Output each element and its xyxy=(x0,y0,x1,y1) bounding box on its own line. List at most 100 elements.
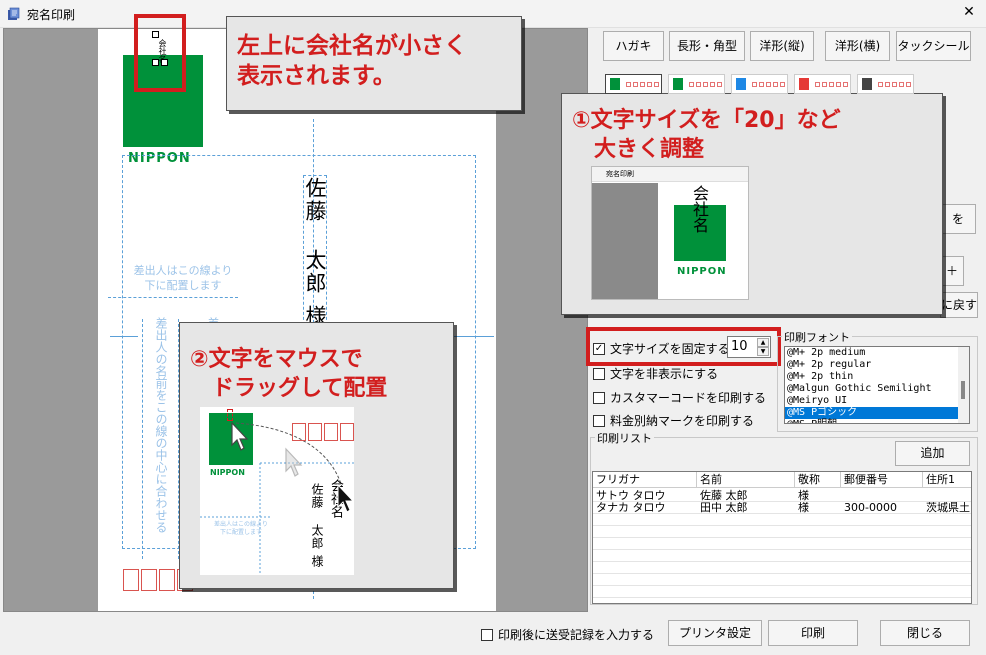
inset-screenshot-1: 宛名印刷 会社名 NIPPON xyxy=(591,166,749,300)
swatch-color xyxy=(736,78,746,90)
inset2-zip-box xyxy=(308,423,322,441)
cursor-icon xyxy=(231,421,249,451)
font-list-item[interactable]: @MS Pゴシック xyxy=(785,407,969,419)
swatch-color xyxy=(799,78,809,90)
sender-zip-box xyxy=(141,569,157,591)
swatch-zip-mark xyxy=(640,82,645,87)
template-swatch[interactable] xyxy=(731,74,788,94)
envelope-tack-button[interactable]: タックシール xyxy=(896,31,971,61)
template-swatch[interactable] xyxy=(794,74,851,94)
postage-mark-checkbox[interactable]: 料金別納マークを印刷する xyxy=(593,412,754,429)
spinner-up-icon[interactable]: ▲ xyxy=(757,338,769,347)
font-list-item[interactable]: @M+ 2p thin xyxy=(785,371,969,383)
template-swatch[interactable] xyxy=(605,74,662,94)
guide-tick xyxy=(454,336,494,337)
font-size-input[interactable]: 10 ▲ ▼ xyxy=(727,336,771,358)
printer-settings-button[interactable]: プリンタ設定 xyxy=(668,620,762,646)
column-header[interactable]: 名前 xyxy=(697,472,795,488)
swatch-zip-mark xyxy=(633,82,638,87)
swatch-zip-mark xyxy=(689,82,694,87)
spinner-down-icon[interactable]: ▼ xyxy=(757,347,769,356)
close-button[interactable]: 閉じる xyxy=(880,620,970,646)
font-list-item[interactable]: @M+ 2p medium xyxy=(785,347,969,359)
swatch-zip-mark xyxy=(878,82,883,87)
callout-step2: ②文字をマウスで ドラッグして配置 NIPPON 会社名 佐藤 太郎 様 差出人… xyxy=(179,322,454,589)
swatch-zip-mark xyxy=(892,82,897,87)
swatch-zip-mark xyxy=(815,82,820,87)
swatch-zip-mark xyxy=(696,82,701,87)
callout-step1: ①文字サイズを「20」など 大きく調整 宛名印刷 会社名 NIPPON xyxy=(561,93,943,315)
recipient-name[interactable]: 佐藤 太郎 xyxy=(303,177,327,295)
right-partial-button-a[interactable]: を xyxy=(940,204,976,234)
add-button[interactable]: 追加 xyxy=(895,441,970,466)
window-title: 宛名印刷 xyxy=(27,8,76,22)
scrollbar-thumb[interactable] xyxy=(961,381,965,399)
font-list-item[interactable]: @M+ 2p regular xyxy=(785,359,969,371)
checkbox-icon[interactable]: ✓ xyxy=(593,342,605,355)
font-list[interactable]: @M+ 2p medium @M+ 2p regular @M+ 2p thin @M… xyxy=(784,346,970,424)
guide-tick xyxy=(110,336,138,337)
print-list-label: 印刷リスト xyxy=(595,430,654,446)
table-row-line xyxy=(593,525,971,526)
customer-barcode-checkbox[interactable]: カスタマーコードを印刷する xyxy=(593,389,766,406)
record-after-print-checkbox[interactable]: 印刷後に送受記録を入力する xyxy=(481,626,654,643)
inset2-recipient-name: 佐藤 太郎 xyxy=(310,483,324,550)
print-list-table[interactable]: フリガナ 名前 敬称 郵便番号 住所1 サトウ タロウ 佐藤 太郎様タナカ タロウ 田中 太郎… xyxy=(592,471,972,604)
callout-step1-text: ①文字サイズを「20」など 大きく調整 xyxy=(572,108,841,162)
inset2-honorific: 様 xyxy=(310,555,324,567)
swatch-color xyxy=(673,78,683,90)
swatch-color xyxy=(610,78,620,90)
swatch-zip-mark xyxy=(752,82,757,87)
fix-font-size-checkbox[interactable]: ✓ 文字サイズを固定する xyxy=(593,340,730,357)
checkbox-icon[interactable] xyxy=(481,628,493,641)
font-list-item[interactable]: @Meiryo UI xyxy=(785,395,969,407)
inset-company-name: 会社名 xyxy=(690,185,709,233)
swatch-zip-mark xyxy=(773,82,778,87)
sender-zip-box xyxy=(123,569,139,591)
template-swatch[interactable] xyxy=(668,74,725,94)
hide-text-checkbox[interactable]: 文字を非表示にする xyxy=(593,365,718,382)
font-list-item[interactable]: @MS P明朝 xyxy=(785,419,969,423)
font-list-scrollbar[interactable] xyxy=(958,347,969,423)
close-icon[interactable]: ✕ xyxy=(960,4,978,20)
table-row-line xyxy=(593,561,971,562)
table-row-line xyxy=(593,537,971,538)
swatch-zip-mark xyxy=(759,82,764,87)
envelope-yoko-yoko-button[interactable]: 洋形(横) xyxy=(825,31,890,61)
callout-company-name: 左上に会社名が小さく 表示されます。 xyxy=(226,16,522,111)
envelope-hagaki-button[interactable]: ハガキ xyxy=(603,31,664,61)
swatch-zip-mark xyxy=(829,82,834,87)
swatch-zip-mark xyxy=(843,82,848,87)
font-list-item[interactable]: @Malgun Gothic Semilight xyxy=(785,383,969,395)
swatch-zip-mark xyxy=(703,82,708,87)
swatch-zip-mark xyxy=(906,82,911,87)
inset2-zip-box xyxy=(324,423,338,441)
column-header[interactable]: 郵便番号 xyxy=(841,472,923,488)
right-partial-button-b[interactable]: ＋ xyxy=(940,256,964,286)
postage-mark-label: 料金別納マークを印刷する xyxy=(610,414,755,428)
sender-zip-box xyxy=(159,569,175,591)
print-button[interactable]: 印刷 xyxy=(768,620,858,646)
restore-button[interactable]: に戻す xyxy=(940,292,978,318)
hide-text-label: 文字を非表示にする xyxy=(610,367,719,381)
checkbox-icon[interactable] xyxy=(593,391,605,404)
column-header[interactable]: 敬称 xyxy=(795,472,841,488)
checkbox-icon[interactable] xyxy=(593,367,605,380)
highlight-frame xyxy=(134,14,186,92)
swatch-zip-mark xyxy=(822,82,827,87)
checkbox-icon[interactable] xyxy=(593,414,605,427)
swatch-zip-mark xyxy=(626,82,631,87)
cursor-ghost-icon xyxy=(285,447,303,477)
envelope-naga-button[interactable]: 長形・角型 xyxy=(669,31,745,61)
column-header[interactable]: フリガナ xyxy=(593,472,697,488)
column-header[interactable]: 住所1 xyxy=(923,472,971,488)
swatch-zip-mark xyxy=(717,82,722,87)
table-row-line xyxy=(593,573,971,574)
inset2-zip-box xyxy=(292,423,306,441)
swatch-zip-mark xyxy=(836,82,841,87)
sender-column-guide xyxy=(142,319,143,559)
inset2-sender-note: 差出人はこの線より 下に配置します xyxy=(214,521,268,536)
template-swatch[interactable] xyxy=(857,74,914,94)
envelope-yoko-tate-button[interactable]: 洋形(縦) xyxy=(750,31,814,61)
swatch-color xyxy=(862,78,872,90)
